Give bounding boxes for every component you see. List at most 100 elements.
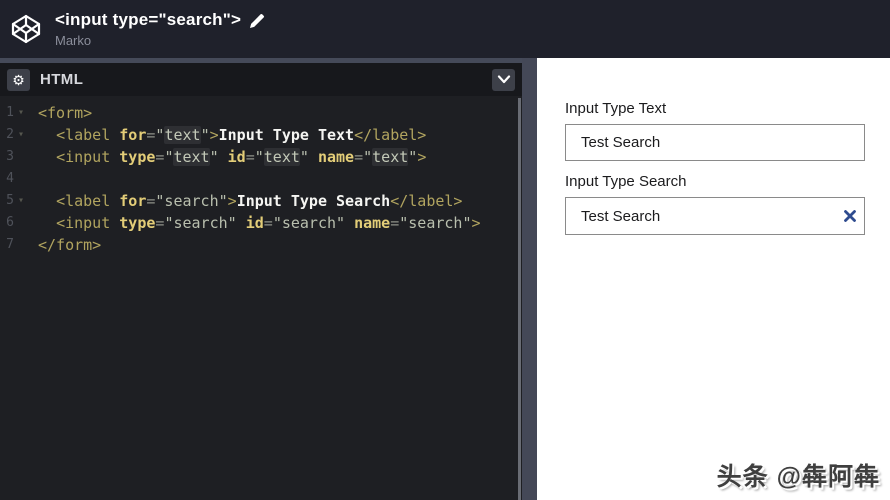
- code-token: for: [119, 126, 147, 144]
- code-token: "search": [164, 214, 237, 232]
- text-input[interactable]: [565, 124, 865, 161]
- code-token: >: [471, 214, 481, 232]
- input-wrap: [565, 124, 865, 161]
- field-label: Input Type Text: [565, 100, 667, 117]
- code-token: "search": [399, 214, 472, 232]
- code-token: =: [263, 214, 273, 232]
- pen-title-block: <input type="search"> Marko: [55, 10, 265, 48]
- code-token: ": [363, 148, 373, 166]
- editor-column: ⚙ HTML 1 ▾ <form> 2 ▾ <label for="text">Inpu…: [0, 58, 522, 500]
- code-token: </label>: [354, 126, 427, 144]
- codepen-logo-icon[interactable]: [10, 13, 42, 45]
- preview-form: Input Type Text Input Type Search: [565, 100, 865, 235]
- code-content: <label for="text">Input Type Text</label…: [38, 124, 426, 146]
- code-line[interactable]: 2 ▾ <label for="text">Input Type Text</la…: [0, 124, 522, 146]
- code-token: Input Type Text: [218, 126, 355, 144]
- code-token: text: [173, 148, 210, 166]
- pen-title: <input type="search">: [55, 10, 242, 29]
- code-token: name: [317, 148, 355, 166]
- code-token: ": [254, 148, 264, 166]
- code-token: type: [119, 148, 156, 166]
- code-token: </form>: [38, 236, 102, 254]
- code-token: name: [354, 214, 391, 232]
- code-line[interactable]: 4: [0, 168, 522, 190]
- line-number: 2: [6, 127, 14, 142]
- code-token: <label: [56, 126, 120, 144]
- code-token: "search": [272, 214, 346, 232]
- code-token: =: [390, 214, 400, 232]
- code-content: <input type="search" id="search" name="s…: [38, 212, 481, 234]
- code-token: >: [209, 126, 219, 144]
- code-token: ": [209, 148, 219, 166]
- watermark-text: 头条 @犇阿犇: [716, 463, 880, 491]
- panel-title: HTML: [40, 71, 84, 88]
- panel-collapse-button[interactable]: [492, 68, 515, 91]
- code-token: <input: [56, 148, 120, 166]
- panel-settings-button[interactable]: ⚙: [7, 68, 30, 91]
- line-number: 6: [6, 215, 14, 230]
- html-panel-bar: ⚙ HTML: [0, 63, 522, 96]
- code-token: ": [200, 126, 210, 144]
- code-token: "search": [155, 192, 228, 210]
- code-token: >: [227, 192, 237, 210]
- panel-resizer[interactable]: [522, 58, 537, 500]
- chevron-down-icon: [497, 75, 510, 84]
- code-token: =: [245, 148, 255, 166]
- code-token: text: [164, 126, 201, 144]
- search-input[interactable]: [565, 197, 865, 235]
- fold-arrow-icon[interactable]: ▾: [14, 190, 38, 212]
- editor-scrollbar[interactable]: [518, 98, 521, 500]
- line-number: 5: [6, 193, 14, 208]
- code-line[interactable]: 6 <input type="search" id="search" name=…: [0, 212, 522, 234]
- code-token: <label: [56, 192, 120, 210]
- field-label: Input Type Search: [565, 173, 687, 190]
- line-number: 3: [6, 149, 14, 164]
- code-editor[interactable]: 1 ▾ <form> 2 ▾ <label for="text">Input Type …: [0, 96, 522, 500]
- code-token: <input: [56, 214, 120, 232]
- input-wrap: [565, 197, 865, 235]
- code-token: id: [245, 214, 264, 232]
- code-line[interactable]: 3 <input type="text" id="text" name="tex…: [0, 146, 522, 168]
- code-token: >: [417, 148, 427, 166]
- gear-icon: ⚙: [12, 71, 25, 88]
- search-clear-icon[interactable]: [844, 210, 856, 222]
- code-token: =: [354, 148, 364, 166]
- author-name[interactable]: Marko: [55, 33, 265, 48]
- preview-pane: Input Type Text Input Type Search: [537, 58, 890, 500]
- code-token: </label>: [390, 192, 463, 210]
- code-content: <input type="text" id="text" name="text"…: [38, 146, 426, 168]
- line-number: 7: [6, 237, 14, 252]
- line-number: 1: [6, 105, 14, 120]
- code-content: </form>: [38, 234, 101, 256]
- code-content: <label for="search">Input Type Search</l…: [38, 190, 462, 212]
- code-token: type: [119, 214, 156, 232]
- code-line[interactable]: 5 ▾ <label for="search">Input Type Search…: [0, 190, 522, 212]
- app-header: <input type="search"> Marko: [0, 0, 890, 58]
- line-number: 4: [6, 171, 14, 186]
- code-token: <form>: [38, 104, 93, 122]
- code-token: ": [408, 148, 418, 166]
- code-token: id: [227, 148, 246, 166]
- code-line[interactable]: 1 ▾ <form>: [0, 102, 522, 124]
- code-token: ": [299, 148, 309, 166]
- code-line[interactable]: 7 </form>: [0, 234, 522, 256]
- code-token: text: [372, 148, 409, 166]
- code-token: Input Type Search: [236, 192, 391, 210]
- edit-pencil-icon[interactable]: [250, 13, 265, 28]
- code-token: for: [119, 192, 147, 210]
- fold-arrow-icon[interactable]: ▾: [14, 102, 38, 124]
- code-token: text: [263, 148, 300, 166]
- fold-arrow-icon[interactable]: ▾: [14, 124, 38, 146]
